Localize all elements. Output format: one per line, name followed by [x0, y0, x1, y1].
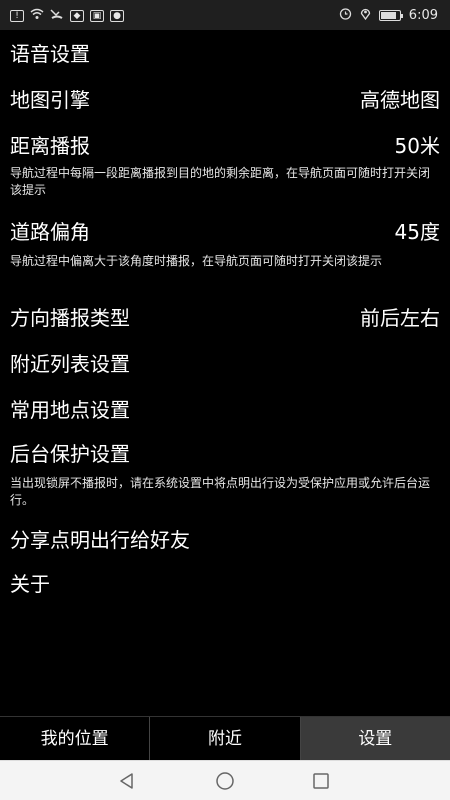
battery-level-fill: [380, 11, 397, 19]
wifi-icon: [30, 8, 44, 23]
setting-share[interactable]: 分享点明出行给好友: [0, 524, 450, 558]
setting-nearby-list[interactable]: 附近列表设置: [0, 348, 450, 382]
setting-title: 地图引擎: [10, 88, 90, 112]
setting-direction-type[interactable]: 方向播报类型 前后左右: [0, 302, 450, 336]
setting-favorite-places[interactable]: 常用地点设置: [0, 394, 450, 428]
status-left-icons: ! ◆ ▣ ●: [10, 8, 124, 23]
location-icon: [360, 7, 371, 23]
setting-title: 附近列表设置: [10, 352, 130, 376]
settings-list: 语音设置 地图引擎 高德地图 距离播报 50米 导航过程中每隔一段距离播报到目的…: [0, 30, 450, 716]
setting-map-engine[interactable]: 地图引擎 高德地图: [0, 84, 450, 118]
battery-icon: [378, 9, 403, 21]
setting-value: 50米: [394, 134, 440, 158]
system-nav-bar: [0, 760, 450, 800]
setting-description: 当出现锁屏不播报时，请在系统设置中将点明出行设为受保护应用或允许后台运行。: [10, 476, 431, 507]
setting-title: 分享点明出行给好友: [10, 528, 190, 552]
status-right-icons: 6:09: [339, 7, 438, 23]
setting-title: 后台保护设置: [10, 442, 130, 466]
app-icon-1: ◆: [70, 9, 84, 22]
setting-title: 距离播报: [10, 134, 90, 158]
missed-call-icon: [50, 8, 64, 23]
setting-about[interactable]: 关于: [0, 568, 450, 602]
setting-value: 高德地图: [360, 88, 440, 112]
setting-value: 前后左右: [360, 306, 440, 330]
setting-value: 45度: [394, 220, 440, 244]
recent-apps-icon[interactable]: [306, 767, 336, 795]
setting-voice[interactable]: 语音设置: [0, 38, 450, 72]
tab-my-location[interactable]: 我的位置: [0, 717, 149, 760]
app-icon-3: ●: [110, 9, 124, 22]
setting-title: 关于: [10, 572, 50, 596]
setting-distance-announce[interactable]: 距离播报 50米 导航过程中每隔一段距离播报到目的地的剩余距离，在导航页面可随时…: [0, 130, 450, 202]
setting-title: 语音设置: [10, 42, 90, 66]
setting-description: 导航过程中每隔一段距离播报到目的地的剩余距离，在导航页面可随时打开关闭该提示: [10, 166, 431, 197]
app-icon-2: ▣: [90, 9, 104, 22]
sim-notification-icon: !: [10, 9, 24, 22]
setting-description: 导航过程中偏离大于该角度时播报，在导航页面可随时打开关闭该提示: [10, 254, 383, 268]
home-icon[interactable]: [210, 767, 240, 795]
setting-road-angle[interactable]: 道路偏角 45度 导航过程中偏离大于该角度时播报，在导航页面可随时打开关闭该提示: [0, 216, 450, 288]
setting-title: 常用地点设置: [10, 398, 130, 422]
status-time: 6:09: [408, 7, 438, 23]
status-bar: ! ◆ ▣ ● 6:09: [0, 0, 450, 30]
tab-nearby[interactable]: 附近: [149, 717, 299, 760]
setting-title: 道路偏角: [10, 220, 90, 244]
tab-settings[interactable]: 设置: [299, 717, 450, 760]
setting-background-protection[interactable]: 后台保护设置 当出现锁屏不播报时，请在系统设置中将点明出行设为受保护应用或允许后…: [0, 438, 450, 510]
alarm-icon: [339, 7, 352, 23]
setting-title: 方向播报类型: [10, 306, 130, 330]
back-icon[interactable]: [112, 767, 142, 795]
bottom-tab-bar: 我的位置 附近 设置: [0, 716, 450, 760]
